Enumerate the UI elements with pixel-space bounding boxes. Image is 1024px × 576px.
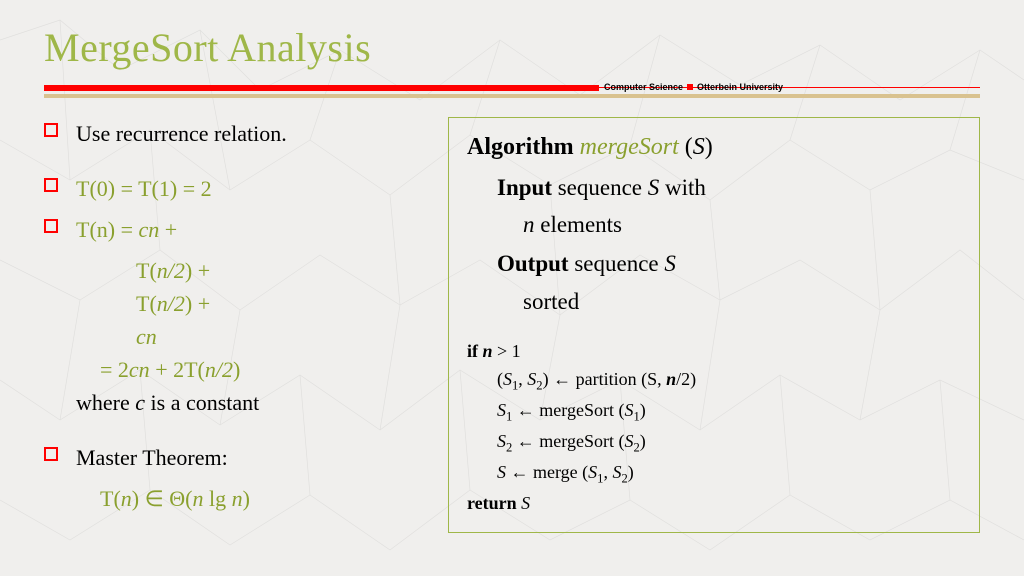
algorithm-title: Algorithm mergeSort (S) <box>467 130 961 165</box>
square-bullet-icon <box>44 123 58 137</box>
code-return: return S <box>467 490 961 516</box>
algorithm-input-cont: n elements <box>467 208 961 241</box>
code-partition: (S1, S2) ← partition (S, n/2) <box>467 366 961 395</box>
left-column: Use recurrence relation. T(0) = T(1) = 2… <box>44 117 424 533</box>
bullet-2: T(0) = T(1) = 2 <box>44 172 424 205</box>
code-rec2: S2 ← mergeSort (S2) <box>467 428 961 457</box>
algorithm-input: Input sequence S with <box>467 171 961 204</box>
algorithm-box: Algorithm mergeSort (S) Input sequence S… <box>448 117 980 533</box>
algorithm-code: if n > 1 (S1, S2) ← partition (S, n/2) S… <box>467 338 961 516</box>
algorithm-output-cont: sorted <box>467 285 961 318</box>
square-bullet-icon <box>44 447 58 461</box>
footer-right: Otterbein University <box>697 82 783 92</box>
bullet-3-line5: = 2cn + 2T(n/2) <box>44 353 424 386</box>
bullet-3: T(n) = cn + <box>44 213 424 246</box>
code-merge: S ← merge (S1, S2) <box>467 459 961 488</box>
code-rec1: S1 ← mergeSort (S1) <box>467 397 961 426</box>
bullet-3-line2: T(n/2) + <box>44 254 424 287</box>
divider: Computer Science Otterbein University <box>44 85 980 99</box>
algorithm-output: Output sequence S <box>467 247 961 280</box>
square-bullet-icon <box>44 219 58 233</box>
right-column: Algorithm mergeSort (S) Input sequence S… <box>448 117 980 533</box>
bullet-3-line4: cn <box>44 320 424 353</box>
footer-left: Computer Science <box>604 82 683 92</box>
slide-title: MergeSort Analysis <box>44 24 980 71</box>
code-if: if n > 1 <box>467 338 961 364</box>
bullet-1: Use recurrence relation. <box>44 117 424 150</box>
bullet-3-where: where c is a constant <box>44 386 424 419</box>
footer-square-icon <box>687 84 693 90</box>
square-bullet-icon <box>44 178 58 192</box>
bullet-4: Master Theorem: <box>44 441 424 474</box>
bullet-4-sub: T(n) ∈ Θ(n lg n) <box>44 482 424 515</box>
bullet-3-line3: T(n/2) + <box>44 287 424 320</box>
